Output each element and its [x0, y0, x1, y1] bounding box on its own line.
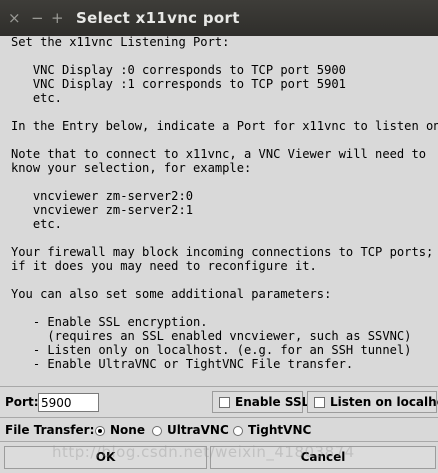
divider: [0, 386, 438, 387]
listen-localhost-checkbutton[interactable]: Listen on localhost: [307, 391, 438, 413]
minimize-icon[interactable]: −: [31, 9, 44, 27]
port-label: Port:: [5, 395, 39, 409]
radio-tightvnc-label[interactable]: TightVNC: [248, 423, 311, 437]
listen-localhost-checkbox[interactable]: [314, 397, 325, 408]
enable-ssl-label: Enable SSL: [235, 395, 310, 409]
listen-localhost-label: Listen on localhost: [330, 395, 438, 409]
port-input[interactable]: [38, 393, 99, 412]
radio-ultravnc-label[interactable]: UltraVNC: [167, 423, 229, 437]
enable-ssl-checkbutton[interactable]: Enable SSL: [212, 391, 309, 413]
radio-ultravnc[interactable]: [152, 426, 162, 436]
enable-ssl-checkbox[interactable]: [219, 397, 230, 408]
divider: [0, 417, 438, 418]
maximize-icon[interactable]: +: [51, 9, 64, 27]
message-text: Set the x11vnc Listening Port: VNC Displ…: [11, 35, 438, 371]
title-bar: × − + Select x11vnc port: [0, 0, 438, 36]
radio-none-label[interactable]: None: [110, 423, 145, 437]
file-transfer-label: File Transfer:: [5, 423, 95, 437]
radio-tightvnc[interactable]: [233, 426, 243, 436]
window-title: Select x11vnc port: [76, 9, 240, 27]
message-area: Set the x11vnc Listening Port: VNC Displ…: [0, 35, 438, 387]
close-icon[interactable]: ×: [8, 9, 21, 27]
divider: [0, 441, 438, 442]
radio-none[interactable]: [95, 426, 105, 436]
watermark-text: http://blog.csdn.net/weixin_41803874: [52, 443, 355, 461]
